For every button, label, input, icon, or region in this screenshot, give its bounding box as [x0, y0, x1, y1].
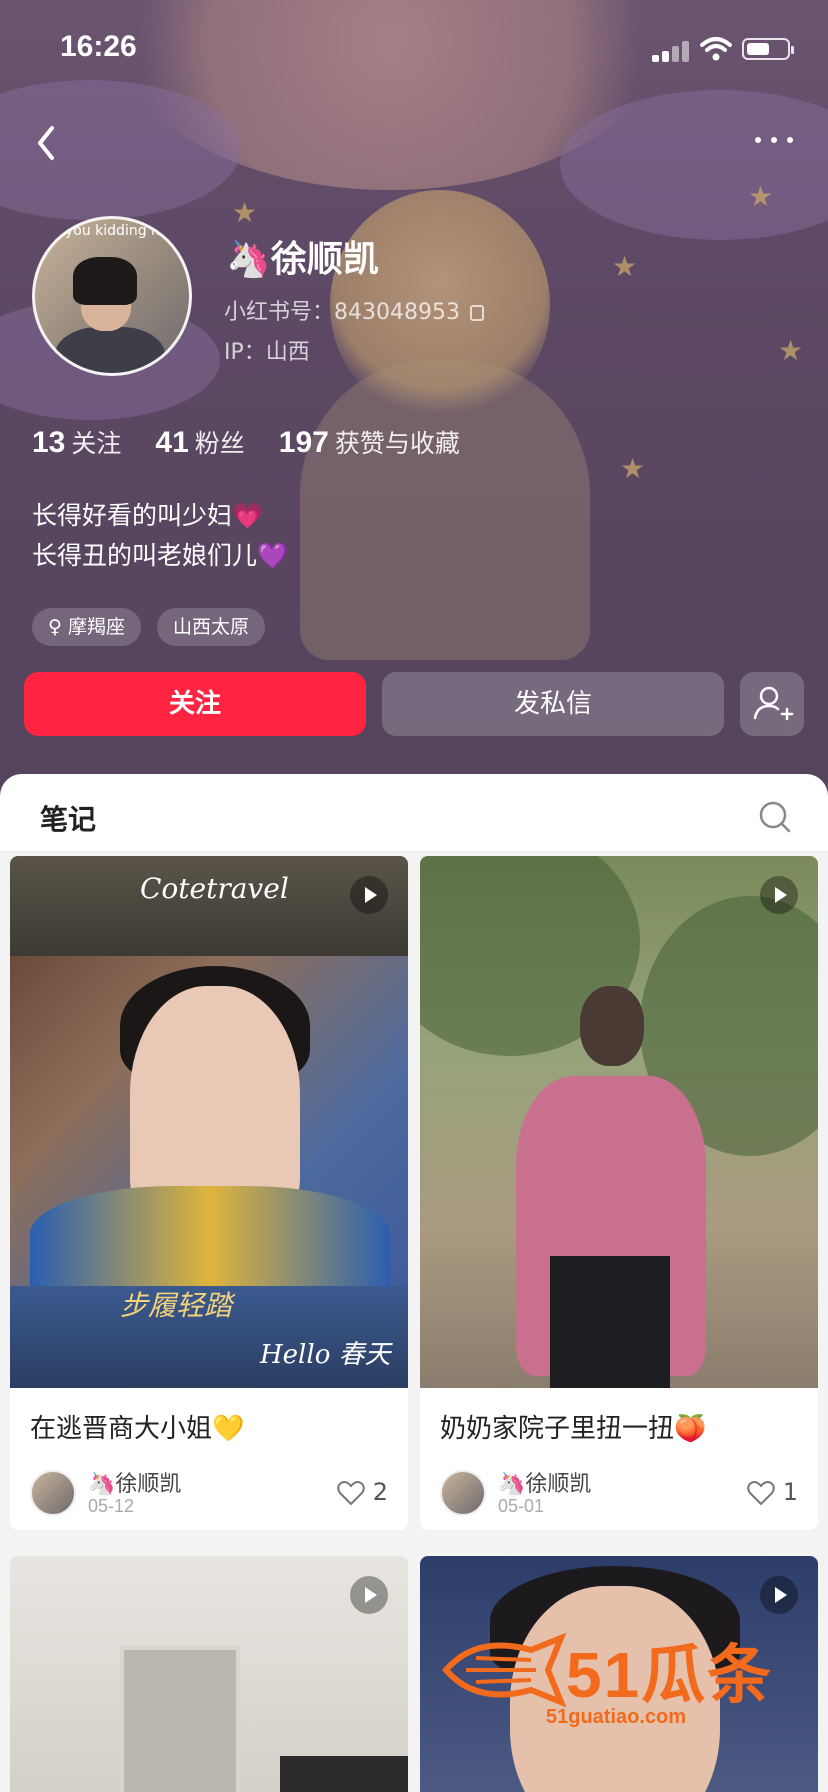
- heart-icon: [337, 1481, 365, 1506]
- profile-header: ★ ★ ★ ★ ★ 16:26 you kidding me 🦄徐顺凯 小红书号…: [0, 0, 828, 800]
- video-play-icon: [760, 876, 798, 914]
- add-friend-button[interactable]: [740, 672, 804, 736]
- like-button[interactable]: 1: [747, 1478, 798, 1506]
- note-date: 05-12: [88, 1496, 135, 1516]
- red-id: 小红书号：843048953: [224, 294, 484, 326]
- bio-line: 长得丑的叫老娘们儿💜: [32, 541, 289, 570]
- stat-followers[interactable]: 41 粉丝: [155, 424, 244, 460]
- note-title: 奶奶家院子里扭一扭🍑: [440, 1414, 707, 1444]
- avatar-caption: you kidding me: [65, 223, 174, 239]
- copy-icon[interactable]: [469, 305, 484, 321]
- star-icon: ★: [612, 250, 638, 283]
- author-avatar: [30, 1470, 76, 1516]
- stat-following[interactable]: 13 关注: [32, 424, 121, 460]
- watermark-logo-icon: [442, 1632, 566, 1708]
- star-icon: ★: [748, 180, 774, 213]
- stat-likes-saves[interactable]: 197 获赞与收藏: [279, 424, 460, 460]
- note-card[interactable]: Cotetravel 步履轻踏 Hello 春天 在逃晋商大小姐💛 🦄徐顺凯 0…: [10, 856, 408, 1530]
- status-bar: 16:26: [0, 0, 828, 96]
- tag-zodiac: ♀ 摩羯座: [32, 608, 141, 646]
- like-count: 2: [372, 1478, 388, 1506]
- cellular-signal-icon: [652, 40, 692, 62]
- heart-icon: [747, 1481, 775, 1506]
- note-author: 🦄徐顺凯: [498, 1472, 592, 1497]
- profile-stats: 13 关注 41 粉丝 197 获赞与收藏: [32, 424, 460, 460]
- background-character-body: [300, 360, 590, 660]
- watermark-text: 51瓜条: [566, 1639, 774, 1711]
- message-button[interactable]: 发私信: [382, 672, 724, 736]
- note-author: 🦄徐顺凯: [88, 1472, 182, 1497]
- video-play-icon: [760, 1576, 798, 1614]
- watermark: 51瓜条 51guatiao.com: [436, 1610, 806, 1730]
- search-icon[interactable]: [758, 800, 792, 834]
- note-title: 在逃晋商大小姐💛: [30, 1414, 245, 1444]
- red-id-text: 小红书号：843048953: [224, 300, 460, 325]
- star-icon: ★: [778, 334, 804, 367]
- ip-location: IP：山西: [224, 340, 310, 365]
- cover-caption: Hello 春天: [260, 1340, 391, 1370]
- watermark-url: 51guatiao.com: [546, 1706, 687, 1728]
- back-arrow-icon[interactable]: [28, 118, 68, 168]
- like-count: 1: [782, 1478, 798, 1506]
- profile-bio: 长得好看的叫少妇💗 长得丑的叫老娘们儿💜: [32, 496, 288, 576]
- tab-notes[interactable]: 笔记: [40, 798, 96, 838]
- profile-name: 🦄徐顺凯: [226, 239, 379, 280]
- note-cover-image: [420, 856, 818, 1388]
- cover-caption: 步履轻踏: [120, 1289, 233, 1322]
- more-options-icon[interactable]: [752, 130, 796, 150]
- note-card[interactable]: 奶奶家院子里扭一扭🍑 🦄徐顺凯 05-01 1: [420, 856, 818, 1530]
- star-icon: ★: [232, 196, 258, 229]
- video-play-icon: [350, 876, 388, 914]
- follow-button[interactable]: 关注: [24, 672, 366, 736]
- avatar[interactable]: you kidding me: [32, 216, 192, 376]
- add-user-icon: [753, 686, 794, 721]
- note-cover-image: Cotetravel 步履轻踏 Hello 春天: [10, 856, 408, 1388]
- author-avatar: [440, 1470, 486, 1516]
- like-button[interactable]: 2: [337, 1478, 388, 1506]
- status-time: 16:26: [60, 30, 137, 63]
- tab-bar: 笔记: [0, 774, 828, 852]
- star-icon: ★: [620, 452, 646, 485]
- cover-caption: Cotetravel: [140, 872, 289, 905]
- wifi-icon: [700, 37, 732, 61]
- note-cover-image: [10, 1556, 408, 1792]
- bio-line: 长得好看的叫少妇💗: [32, 501, 264, 530]
- battery-icon: [742, 38, 794, 60]
- tag-location: 山西太原: [156, 608, 265, 646]
- note-card[interactable]: [10, 1556, 408, 1792]
- video-play-icon: [350, 1576, 388, 1614]
- profile-tags: ♀ 摩羯座 山西太原: [32, 608, 265, 646]
- note-date: 05-01: [498, 1496, 545, 1516]
